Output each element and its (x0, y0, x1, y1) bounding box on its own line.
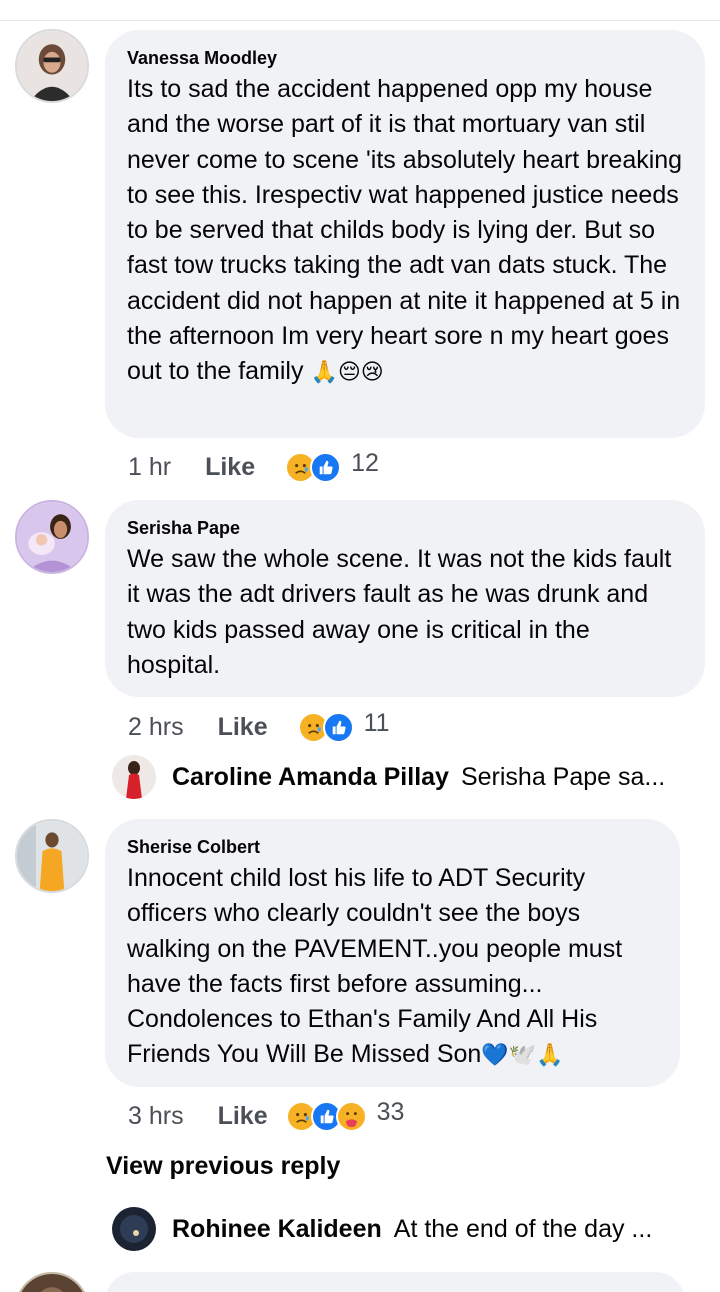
avatar-photo-icon (17, 502, 87, 572)
view-previous-reply-link[interactable]: View previous reply (106, 1152, 340, 1181)
reply-preview[interactable]: Rohinee Kalideen At the end of the day .… (112, 1207, 652, 1251)
comment-bubble-partial (105, 1272, 685, 1292)
reply-author[interactable]: Rohinee Kalideen (172, 1215, 382, 1244)
avatar-sherise[interactable] (15, 819, 89, 893)
comment-bubble: Sherise Colbert Innocent child lost his … (105, 819, 680, 1087)
comment-actions: 1 hr Like 12 (128, 448, 379, 484)
reply-preview[interactable]: Caroline Amanda Pillay Serisha Pape sa..… (112, 755, 665, 799)
comment-timestamp[interactable]: 3 hrs (128, 1102, 184, 1131)
comment-bubble: Serisha Pape We saw the whole scene. It … (105, 500, 705, 697)
reaction-summary[interactable]: 33 (285, 1097, 405, 1132)
comment-text: Its to sad the accident happened opp my … (127, 75, 683, 386)
avatar-caroline[interactable] (112, 755, 156, 799)
avatar-photo-icon (112, 755, 156, 799)
comment-text: We saw the whole scene. It was not the k… (127, 545, 672, 679)
top-divider (0, 20, 720, 21)
comment-author[interactable]: Serisha Pape (127, 516, 683, 540)
comment-author[interactable]: Vanessa Moodley (127, 46, 683, 70)
like-button[interactable]: Like (218, 713, 268, 742)
reply-author[interactable]: Caroline Amanda Pillay (172, 763, 449, 792)
avatar-photo-icon (112, 1207, 156, 1251)
avatar-rohinee[interactable] (112, 1207, 156, 1251)
like-button[interactable]: Like (205, 453, 255, 482)
avatar-vanessa[interactable] (15, 29, 89, 103)
comment-actions: 2 hrs Like 11 (128, 708, 390, 744)
avatar-photo-icon (17, 821, 87, 891)
like-reaction-icon (310, 451, 342, 483)
reaction-count: 11 (363, 708, 390, 737)
comment-emojis: 💙🕊️🙏 (481, 1042, 564, 1068)
like-button[interactable]: Like (218, 1102, 268, 1131)
care-reaction-icon (335, 1100, 367, 1132)
reaction-count: 12 (351, 448, 379, 477)
comment-text: Innocent child lost his life to ADT Secu… (127, 864, 623, 1069)
avatar-next-comment[interactable] (15, 1272, 89, 1292)
reaction-summary[interactable]: 12 (285, 448, 379, 483)
reaction-summary[interactable]: 11 (297, 708, 390, 743)
comment-timestamp[interactable]: 2 hrs (128, 713, 184, 742)
reaction-count: 33 (376, 1097, 405, 1126)
comment-bubble: Vanessa Moodley Its to sad the accident … (105, 30, 705, 438)
comment-emojis: 🙏😔😢 (310, 359, 384, 385)
avatar-photo-icon (17, 1274, 87, 1292)
avatar-photo-icon (17, 31, 87, 101)
like-reaction-icon (322, 711, 354, 743)
comment-actions: 3 hrs Like 33 (128, 1097, 405, 1133)
comment-timestamp[interactable]: 1 hr (128, 453, 171, 482)
avatar-serisha[interactable] (15, 500, 89, 574)
reply-text: Serisha Pape sa... (460, 762, 666, 791)
reply-text: At the end of the day ... (393, 1214, 653, 1243)
comment-author[interactable]: Sherise Colbert (127, 835, 658, 859)
